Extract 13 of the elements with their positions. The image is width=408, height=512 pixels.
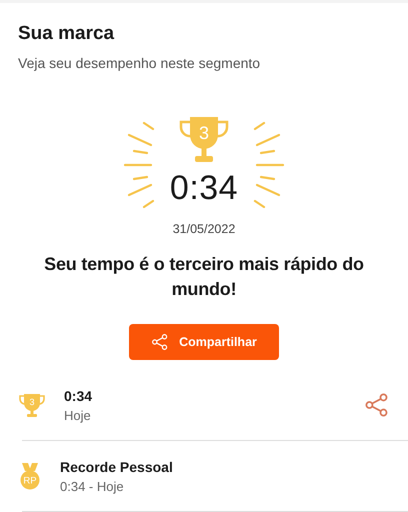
section-title: Sua marca (18, 23, 116, 45)
section-subtitle: Veja seu desempenho neste segmento (18, 55, 262, 71)
share-icon (151, 333, 170, 351)
date-text: 31/05/2022 (172, 222, 236, 236)
share-button[interactable]: Compartilhar (129, 324, 279, 360)
row-subtitle: 0:34 - Hoje (60, 478, 125, 494)
row-title: 0:34 (64, 388, 94, 404)
row-subtitle: Hoje (64, 408, 92, 422)
share-icon-button[interactable] (364, 392, 390, 418)
share-icon (364, 392, 390, 418)
time-value: 0:34 (170, 169, 238, 208)
result-message: Seu tempo é o terceiro mais rápido do mundo! (43, 253, 365, 301)
row-title: Recorde Pessoal (60, 458, 174, 474)
